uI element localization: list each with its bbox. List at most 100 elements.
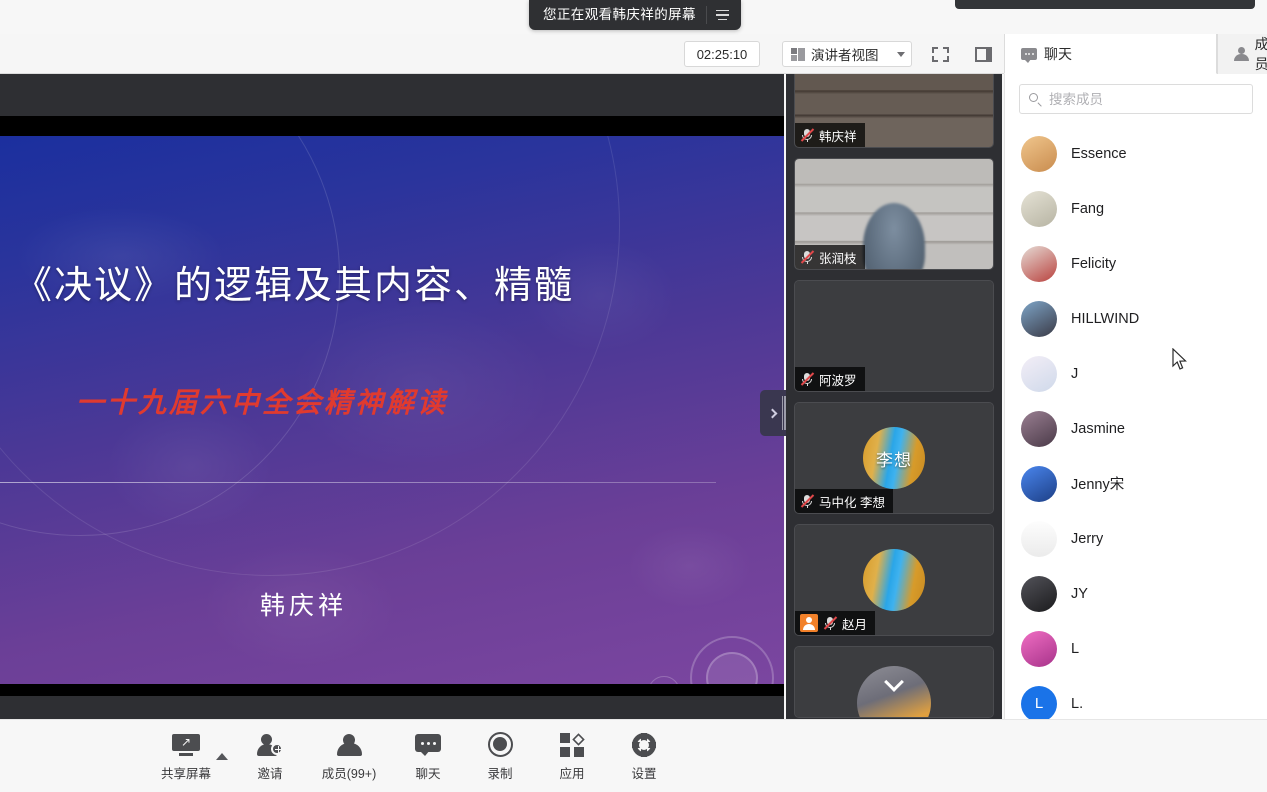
tab-members[interactable]: 成员 (1217, 34, 1267, 74)
window-top-bar (955, 0, 1255, 9)
drag-handle-icon[interactable] (782, 396, 786, 430)
share-screen-icon: ↗ (172, 732, 200, 758)
apps-label: 应用 (559, 766, 585, 781)
video-tile-name: 阿波罗 (819, 373, 857, 388)
avatar (1021, 410, 1057, 447)
tab-members-label: 成员 (1254, 36, 1267, 72)
stage-bottom-letterbox (0, 696, 784, 719)
member-name: Felicity (1071, 255, 1117, 272)
search-icon (1029, 92, 1042, 108)
toolbar-buttons: ↗ 共享屏幕 邀请 成员(99+) 聊天 录制 应用 设置 (150, 720, 680, 792)
list-item[interactable]: Felicity (1005, 236, 1267, 291)
list-item[interactable]: Jerry (1005, 511, 1267, 566)
speaker-view-icon (791, 47, 805, 61)
video-tile[interactable] (794, 646, 994, 718)
members-icon (336, 732, 362, 758)
video-tile-nameplate: 赵月 (795, 611, 876, 635)
video-tile-nameplate: 张润枝 (795, 245, 865, 269)
stage-top-letterbox (0, 74, 784, 126)
search-input[interactable] (1049, 91, 1243, 107)
gear-icon (632, 732, 656, 758)
member-name: Jenny宋 (1071, 477, 1125, 493)
member-name: L (1071, 640, 1080, 657)
apps-icon (560, 732, 585, 758)
chevron-right-icon (767, 408, 777, 418)
slide-divider (0, 482, 716, 483)
avatar (863, 549, 925, 611)
video-tile[interactable]: 阿波罗 (794, 280, 994, 392)
video-tile-name: 赵月 (842, 617, 868, 632)
list-item[interactable]: Essence (1005, 126, 1267, 181)
bottom-toolbar: ↗ 共享屏幕 邀请 成员(99+) 聊天 录制 应用 设置 (0, 719, 1267, 792)
fullscreen-icon (931, 46, 949, 62)
tab-chat[interactable]: 聊天 (1004, 34, 1217, 74)
slide-subtitle: 一十九届六中全会精神解读 (76, 386, 449, 419)
video-tile-name: 张润枝 (819, 251, 857, 266)
mic-muted-icon (800, 371, 815, 387)
avatar (1021, 520, 1057, 557)
video-tile-nameplate: 马中化 李想 (795, 489, 893, 513)
member-name: Essence (1071, 145, 1127, 162)
share-screen-button[interactable]: ↗ 共享屏幕 (150, 720, 222, 792)
chevron-down-icon (896, 51, 905, 57)
video-tile[interactable]: 韩庆祥 (794, 74, 994, 148)
list-item[interactable]: L (1005, 621, 1267, 676)
avatar (1021, 575, 1057, 612)
invite-button[interactable]: 邀请 (234, 720, 306, 792)
video-tile[interactable]: 赵月 (794, 524, 994, 636)
list-item[interactable]: L L. (1005, 676, 1267, 719)
shared-screen-stage[interactable]: 《决议》的逻辑及其内容、精髓 一十九届六中全会精神解读 韩庆祥 (0, 74, 784, 719)
members-label: 成员(99+) (321, 766, 377, 781)
member-name: Jasmine (1071, 420, 1125, 437)
avatar (1021, 190, 1057, 227)
meeting-window: 您正在观看韩庆祥的屏幕 02:25:10 演讲者视图 聊天 成员 《决议》的逻辑… (0, 0, 1267, 792)
list-item[interactable]: JY (1005, 566, 1267, 621)
members-panel: Essence Fang Felicity HILLWIND J Jasmine (1004, 74, 1267, 719)
invite-person-icon (257, 732, 283, 758)
apps-button[interactable]: 应用 (536, 720, 608, 792)
watching-screen-text: 您正在观看韩庆祥的屏幕 (543, 7, 696, 23)
list-item[interactable]: Jenny宋 (1005, 456, 1267, 511)
watching-screen-banner: 您正在观看韩庆祥的屏幕 (529, 0, 741, 30)
video-tile[interactable]: 李想 马中化 李想 (794, 402, 994, 514)
slide-content: 《决议》的逻辑及其内容、精髓 一十九届六中全会精神解读 韩庆祥 (0, 136, 784, 686)
record-label: 录制 (487, 766, 513, 781)
mic-muted-icon (800, 249, 815, 265)
view-mode-select[interactable]: 演讲者视图 (782, 41, 912, 67)
avatar (1021, 300, 1057, 337)
layout-button[interactable] (969, 41, 997, 67)
avatar (1021, 465, 1057, 502)
mic-muted-icon (800, 127, 815, 143)
settings-button[interactable]: 设置 (608, 720, 680, 792)
avatar (1021, 135, 1057, 172)
search-box[interactable] (1019, 84, 1253, 114)
member-name: Jerry (1071, 530, 1104, 547)
members-button[interactable]: 成员(99+) (306, 720, 392, 792)
avatar: L (1021, 685, 1057, 719)
list-item[interactable]: Fang (1005, 181, 1267, 236)
members-icon (1234, 47, 1249, 61)
list-item[interactable]: HILLWIND (1005, 291, 1267, 346)
member-name: HILLWIND (1071, 310, 1140, 327)
chat-button[interactable]: 聊天 (392, 720, 464, 792)
hamburger-menu-icon[interactable] (709, 2, 737, 28)
mic-muted-icon (823, 615, 838, 631)
banner-divider (705, 6, 707, 24)
video-tile-name: 马中化 李想 (819, 495, 885, 510)
members-list: Essence Fang Felicity HILLWIND J Jasmine (1005, 118, 1267, 719)
host-badge-icon (800, 614, 818, 632)
video-tile[interactable]: 张润枝 (794, 158, 994, 270)
meeting-timer: 02:25:10 (684, 41, 760, 67)
mic-muted-icon (800, 493, 815, 509)
video-filmstrip[interactable]: 韩庆祥 张润枝 阿波罗 李想 马中化 李想 赵月 (786, 74, 1002, 719)
list-item[interactable]: J (1005, 346, 1267, 401)
video-tile-name: 韩庆祥 (819, 129, 857, 144)
fullscreen-button[interactable] (926, 41, 954, 67)
member-name: J (1071, 365, 1079, 382)
record-button[interactable]: 录制 (464, 720, 536, 792)
layout-sidebar-icon (974, 46, 992, 62)
list-item[interactable]: Jasmine (1005, 401, 1267, 456)
avatar (1021, 630, 1057, 667)
share-screen-label: 共享屏幕 (160, 766, 211, 781)
slide-bottom-letterbox (0, 684, 784, 696)
